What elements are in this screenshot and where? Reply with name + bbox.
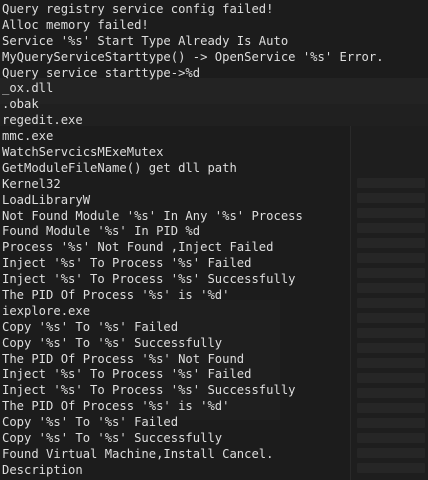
string-line: WatchServcicsMExeMutex <box>2 145 164 160</box>
string-line: iexplore.exe <box>2 303 91 318</box>
string-line: Copy '%s' To '%s' Successfully <box>2 431 223 446</box>
string-line: Copy '%s' To '%s' Successfully <box>2 335 223 350</box>
string-line: LoadLibraryW <box>2 192 91 207</box>
string-line: Copy '%s' To '%s' Failed <box>2 415 179 430</box>
string-line: _ox.dll <box>2 81 54 96</box>
string-line: Found Virtual Machine,Install Cancel. <box>2 446 274 461</box>
string-line: The PID Of Process '%s' Not Found <box>2 351 245 366</box>
string-line: Inject '%s' To Process '%s' Successfully <box>2 272 296 287</box>
string-line: Inject '%s' To Process '%s' Failed <box>2 367 252 382</box>
string-line: Inject '%s' To Process '%s' Successfully <box>2 383 296 398</box>
string-line: Service '%s' Start Type Already Is Auto <box>2 33 289 48</box>
string-line: Kernel32 <box>2 176 61 191</box>
string-line: regedit.exe <box>2 113 83 128</box>
string-line: Process '%s' Not Found ,Inject Failed <box>2 240 274 255</box>
string-line: Found Module '%s' In PID %d <box>2 224 201 239</box>
string-line: Description <box>2 462 83 477</box>
string-line: Inject '%s' To Process '%s' Failed <box>2 256 252 271</box>
string-line: The PID Of Process '%s' is '%d' <box>2 288 230 303</box>
string-line: Alloc memory failed! <box>2 17 149 32</box>
string-line: Query service starttype->%d <box>2 65 201 80</box>
string-line: The PID Of Process '%s' is '%d' <box>2 399 230 414</box>
string-line: MyQueryServiceStarttype() -> OpenService… <box>2 49 384 64</box>
string-line: Query registry service config failed! <box>2 2 274 16</box>
string-line: .obak <box>2 97 39 112</box>
string-line: mmc.exe <box>2 129 54 144</box>
string-line: Copy '%s' To '%s' Failed <box>2 319 179 334</box>
string-line: GetModuleFileName() get dll path <box>2 160 237 175</box>
string-dump: Query registry service config failed! Al… <box>2 2 384 479</box>
string-line: Not Found Module '%s' In Any '%s' Proces… <box>2 208 303 223</box>
